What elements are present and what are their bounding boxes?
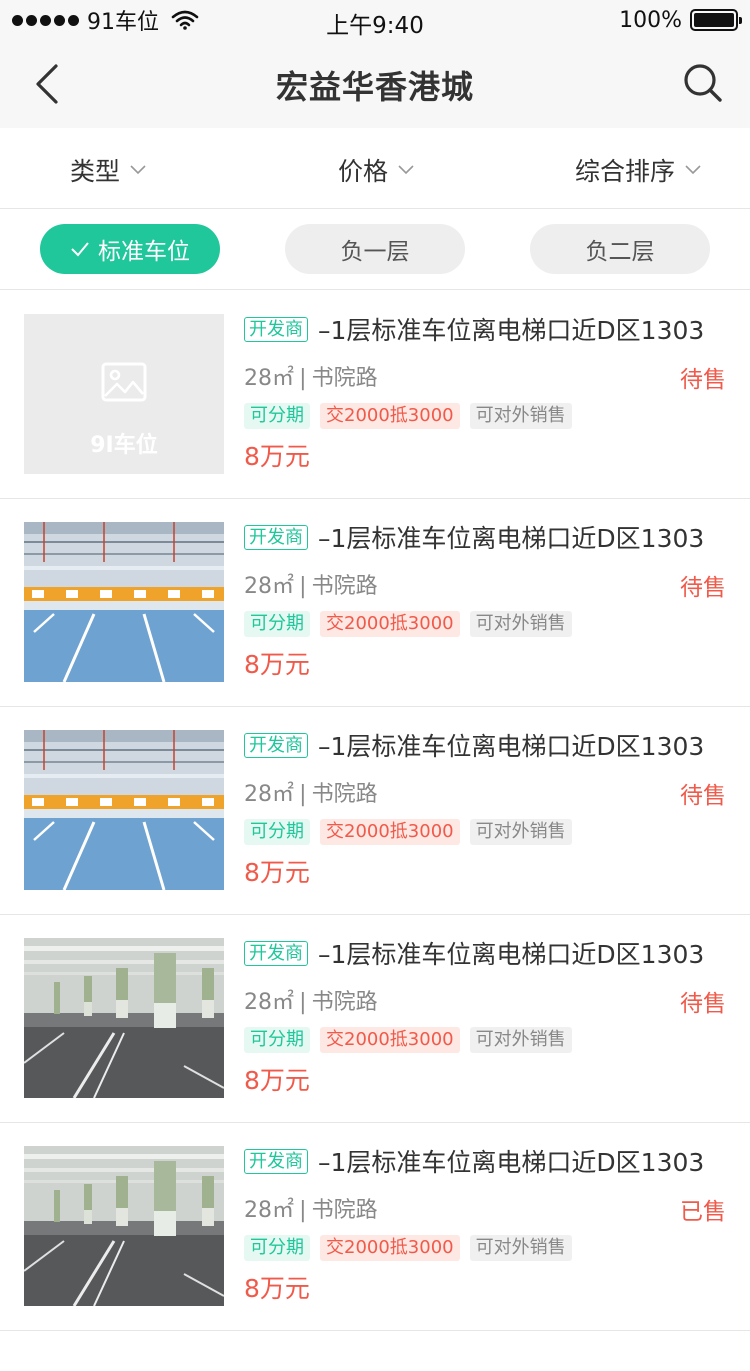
- garage-photo: [24, 1146, 224, 1306]
- tag-external-sale: 可对外销售: [469, 403, 572, 429]
- item-price: 8万元: [244, 1274, 310, 1303]
- meta-separator: |: [299, 782, 307, 807]
- developer-tag: 开发商: [244, 316, 308, 342]
- status-badge: 已售: [680, 1199, 726, 1225]
- parking-list: 9I车位 开发商 –1层标准车位离电梯口近D区1303 28㎡ | 书院路 待售…: [0, 291, 750, 1331]
- item-price: 8万元: [244, 858, 310, 887]
- item-road: 书院路: [311, 366, 378, 391]
- chevron-down-icon: [130, 165, 146, 175]
- item-area: 28㎡: [244, 366, 294, 391]
- thumbnail: [24, 522, 224, 682]
- thumbnail: [24, 938, 224, 1098]
- check-icon: [71, 242, 89, 257]
- filter-bar: 类型 价格 综合排序: [0, 128, 750, 209]
- chip-label: 负一层: [340, 239, 410, 265]
- thumbnail: [24, 1146, 224, 1306]
- garage-photo: [24, 938, 224, 1098]
- garage-photo: [24, 730, 224, 890]
- meta-separator: |: [299, 574, 307, 599]
- item-road: 书院路: [311, 990, 378, 1015]
- status-bar: 91车位 上午9:40 100%: [0, 0, 750, 40]
- image-icon: [101, 362, 147, 402]
- item-info: 开发商 –1层标准车位离电梯口近D区1303 28㎡ | 书院路 待售 可分期 …: [244, 313, 730, 473]
- item-price: 8万元: [244, 1066, 310, 1095]
- garage-photo: [24, 522, 224, 682]
- list-item[interactable]: 9I车位 开发商 –1层标准车位离电梯口近D区1303 28㎡ | 书院路 待售…: [0, 291, 750, 499]
- developer-tag: 开发商: [244, 940, 308, 966]
- tag-installment: 可分期: [244, 403, 310, 429]
- battery-percent: 100%: [619, 7, 682, 33]
- item-title: –1层标准车位离电梯口近D区1303: [318, 1148, 705, 1177]
- tag-external-sale: 可对外销售: [469, 1027, 572, 1053]
- tag-installment: 可分期: [244, 1027, 310, 1053]
- tag-deposit-offer: 交2000抵3000: [320, 1027, 460, 1053]
- status-right: 100%: [619, 7, 742, 33]
- battery-icon: [690, 9, 742, 31]
- item-road: 书院路: [311, 782, 378, 807]
- tag-installment: 可分期: [244, 819, 310, 845]
- thumbnail: [24, 730, 224, 890]
- status-badge: 待售: [680, 783, 726, 809]
- item-price: 8万元: [244, 650, 310, 679]
- tag-deposit-offer: 交2000抵3000: [320, 819, 460, 845]
- filter-sort-label: 综合排序: [575, 157, 676, 186]
- item-area: 28㎡: [244, 1198, 294, 1223]
- chip-standard-space[interactable]: 标准车位: [40, 224, 220, 274]
- developer-tag: 开发商: [244, 524, 308, 550]
- placeholder-logo: 9I车位: [90, 433, 158, 458]
- tag-installment: 可分期: [244, 611, 310, 637]
- filter-price-label: 价格: [338, 157, 389, 186]
- item-title: –1层标准车位离电梯口近D区1303: [318, 316, 705, 345]
- item-info: 开发商 –1层标准车位离电梯口近D区1303 28㎡ | 书院路 已售 可分期 …: [244, 1145, 730, 1305]
- list-item[interactable]: 开发商 –1层标准车位离电梯口近D区1303 28㎡ | 书院路 已售 可分期 …: [0, 1123, 750, 1331]
- list-item[interactable]: 开发商 –1层标准车位离电梯口近D区1303 28㎡ | 书院路 待售 可分期 …: [0, 707, 750, 915]
- item-info: 开发商 –1层标准车位离电梯口近D区1303 28㎡ | 书院路 待售 可分期 …: [244, 729, 730, 889]
- page-title: 宏益华香港城: [275, 68, 474, 106]
- developer-tag: 开发商: [244, 1148, 308, 1174]
- item-price: 8万元: [244, 442, 310, 471]
- thumbnail: 9I车位: [24, 314, 224, 474]
- item-road: 书院路: [311, 1198, 378, 1223]
- chip-label: 标准车位: [98, 239, 190, 265]
- tag-deposit-offer: 交2000抵3000: [320, 403, 460, 429]
- item-area: 28㎡: [244, 574, 294, 599]
- item-title: –1层标准车位离电梯口近D区1303: [318, 524, 705, 553]
- nav-bar: 宏益华香港城: [0, 40, 750, 128]
- search-icon[interactable]: [682, 62, 724, 104]
- chip-b1[interactable]: 负一层: [285, 224, 465, 274]
- developer-tag: 开发商: [244, 732, 308, 758]
- tag-deposit-offer: 交2000抵3000: [320, 1235, 460, 1261]
- meta-separator: |: [299, 1198, 307, 1223]
- chip-bar: 标准车位 负一层 负二层: [0, 209, 750, 290]
- tag-installment: 可分期: [244, 1235, 310, 1261]
- status-badge: 待售: [680, 575, 726, 601]
- item-area: 28㎡: [244, 990, 294, 1015]
- item-title: –1层标准车位离电梯口近D区1303: [318, 940, 705, 969]
- list-item[interactable]: 开发商 –1层标准车位离电梯口近D区1303 28㎡ | 书院路 待售 可分期 …: [0, 499, 750, 707]
- meta-separator: |: [299, 366, 307, 391]
- list-item[interactable]: 开发商 –1层标准车位离电梯口近D区1303 28㎡ | 书院路 待售 可分期 …: [0, 915, 750, 1123]
- item-title: –1层标准车位离电梯口近D区1303: [318, 732, 705, 761]
- item-road: 书院路: [311, 574, 378, 599]
- tag-external-sale: 可对外销售: [469, 819, 572, 845]
- chip-b2[interactable]: 负二层: [530, 224, 710, 274]
- filter-price[interactable]: 价格: [338, 152, 414, 188]
- tag-external-sale: 可对外销售: [469, 1235, 572, 1261]
- tag-external-sale: 可对外销售: [469, 611, 572, 637]
- item-area: 28㎡: [244, 782, 294, 807]
- chevron-down-icon: [398, 165, 414, 175]
- chip-label: 负二层: [585, 239, 655, 265]
- chevron-down-icon: [685, 165, 701, 175]
- item-info: 开发商 –1层标准车位离电梯口近D区1303 28㎡ | 书院路 待售 可分期 …: [244, 937, 730, 1097]
- filter-type-label: 类型: [70, 157, 121, 186]
- filter-type[interactable]: 类型: [70, 152, 146, 188]
- tag-deposit-offer: 交2000抵3000: [320, 611, 460, 637]
- status-badge: 待售: [680, 991, 726, 1017]
- item-info: 开发商 –1层标准车位离电梯口近D区1303 28㎡ | 书院路 待售 可分期 …: [244, 521, 730, 681]
- image-placeholder: 9I车位: [24, 314, 224, 474]
- status-badge: 待售: [680, 367, 726, 393]
- meta-separator: |: [299, 990, 307, 1015]
- filter-sort[interactable]: 综合排序: [575, 152, 701, 188]
